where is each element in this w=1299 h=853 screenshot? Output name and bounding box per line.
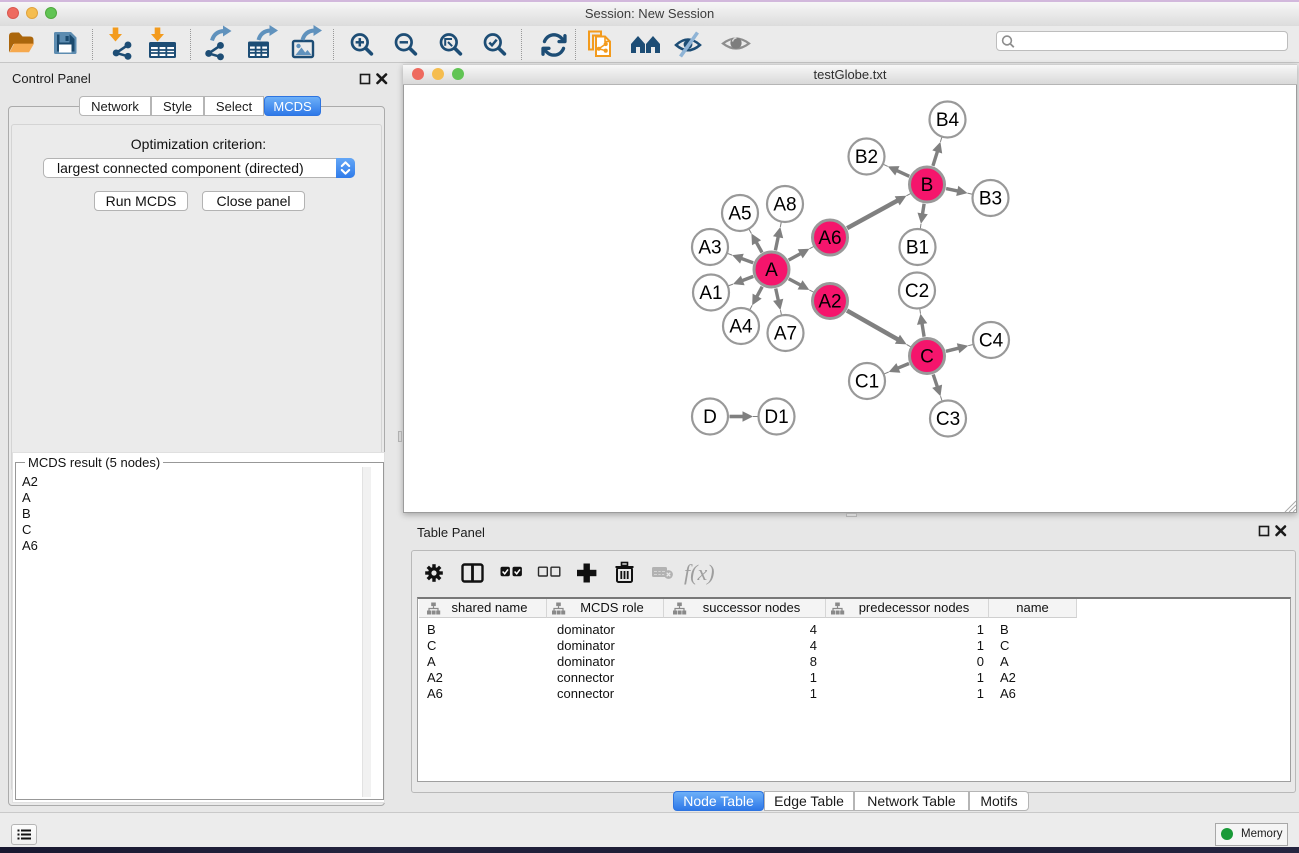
svg-text:f(x): f(x) [684,560,715,585]
